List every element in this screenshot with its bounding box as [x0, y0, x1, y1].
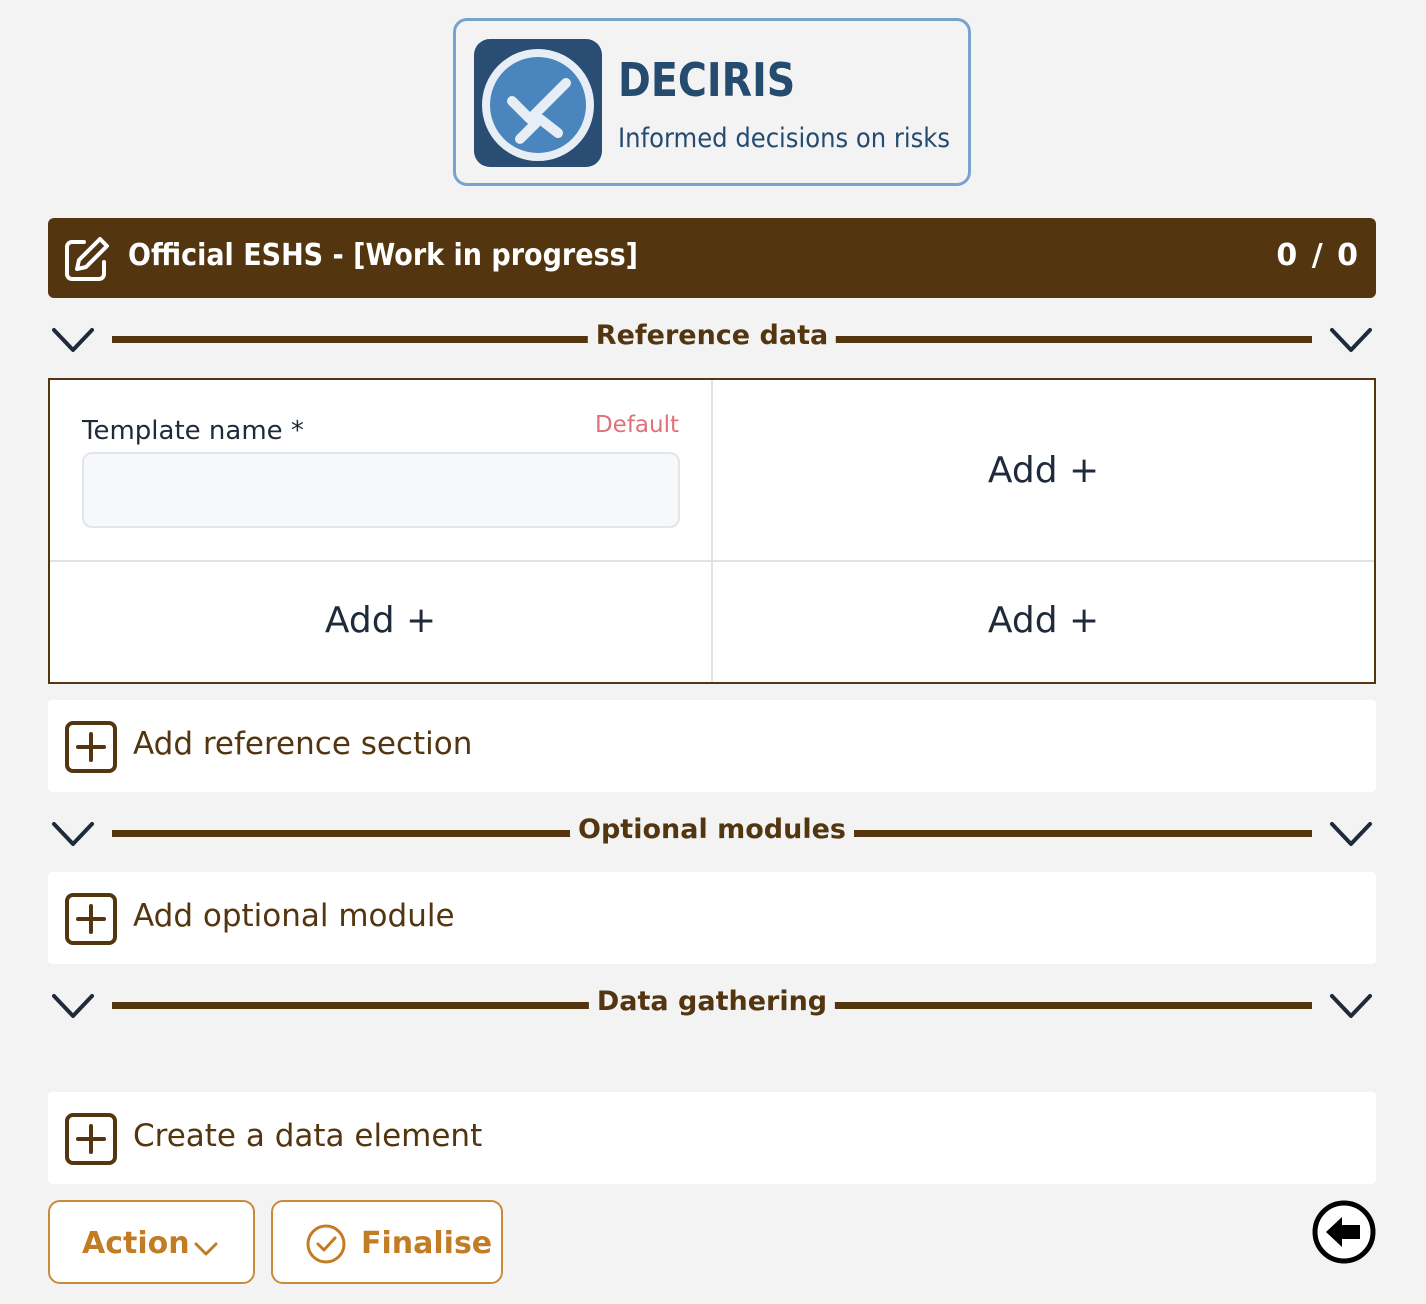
logo-box: DECIRIS Informed decisions on risks — [453, 18, 971, 186]
add-button[interactable]: Add + — [713, 600, 1374, 641]
deciris-logo-icon — [474, 39, 602, 167]
section-divider-reference: Reference data — [48, 320, 1376, 360]
template-title: Official ESHS - [Work in progress] — [128, 238, 639, 273]
section-divider-optional: Optional modules — [48, 814, 1376, 854]
chevron-down-icon — [192, 1232, 220, 1267]
finalise-label: Finalise — [361, 1226, 493, 1261]
reference-grid: Template name * Default Add + Add + Add … — [48, 378, 1376, 684]
chevron-down-icon[interactable] — [1328, 324, 1374, 362]
add-optional-module-button[interactable]: Add optional module — [48, 872, 1376, 964]
plus-square-icon — [64, 1112, 118, 1170]
chevron-down-icon[interactable] — [50, 324, 96, 362]
template-header: Official ESHS - [Work in progress] 0 / 0 — [48, 218, 1376, 298]
add-reference-section-button[interactable]: Add reference section — [48, 700, 1376, 792]
section-divider-gathering: Data gathering — [48, 986, 1376, 1026]
logo-title: DECIRIS — [618, 53, 796, 107]
chevron-down-icon[interactable] — [1328, 990, 1374, 1028]
template-name-input[interactable] — [82, 452, 680, 528]
plus-square-icon — [64, 720, 118, 778]
finalise-button[interactable]: Finalise — [271, 1200, 503, 1284]
grid-cell-empty: Add + — [50, 562, 713, 682]
add-button[interactable]: Add + — [50, 600, 711, 641]
default-badge[interactable]: Default — [595, 412, 679, 438]
grid-cell-empty: Add + — [713, 380, 1374, 562]
action-dropdown-button[interactable]: Action — [48, 1200, 255, 1284]
action-label: Action — [82, 1226, 190, 1261]
back-arrow-icon[interactable] — [1312, 1200, 1376, 1264]
add-row-label: Create a data element — [133, 1118, 483, 1154]
add-button[interactable]: Add + — [713, 450, 1374, 491]
template-name-label: Template name * — [82, 416, 304, 446]
logo-subtitle: Informed decisions on risks — [618, 123, 951, 154]
template-name-cell: Template name * Default — [50, 380, 713, 562]
chevron-down-icon[interactable] — [1328, 818, 1374, 856]
check-circle-icon — [305, 1223, 347, 1273]
grid-cell-empty: Add + — [713, 562, 1374, 682]
chevron-down-icon[interactable] — [50, 818, 96, 856]
add-row-label: Add optional module — [133, 898, 455, 934]
section-label: Data gathering — [588, 986, 836, 1017]
section-label: Reference data — [587, 320, 837, 351]
section-label: Optional modules — [570, 814, 854, 845]
add-row-label: Add reference section — [133, 726, 473, 762]
progress-count: 0 / 0 — [1276, 238, 1360, 273]
edit-icon[interactable] — [62, 234, 112, 288]
create-data-element-button[interactable]: Create a data element — [48, 1092, 1376, 1184]
chevron-down-icon[interactable] — [50, 990, 96, 1028]
plus-square-icon — [64, 892, 118, 950]
